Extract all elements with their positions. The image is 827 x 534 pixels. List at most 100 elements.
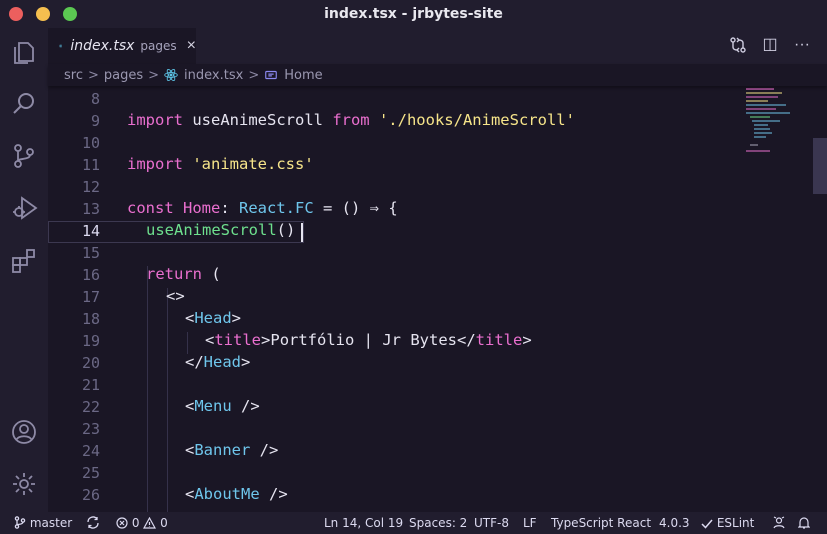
jsx-tag: AboutMe [194, 485, 260, 503]
more-actions-icon[interactable]: ··· [793, 36, 811, 54]
line-number: 25 [81, 464, 100, 482]
breadcrumb-separator: > [87, 67, 99, 83]
jsx-tag: title [214, 331, 262, 349]
punctuation: > [261, 331, 271, 349]
punctuation: </ [457, 331, 476, 349]
tab-bar: index.tsx pages × ◫ ··· [48, 28, 827, 64]
code-line-11: import 'animate.css' [127, 155, 314, 173]
punctuation: > [241, 353, 251, 371]
keyword: return [146, 265, 202, 283]
jsx-tag: Head [203, 353, 241, 371]
jsx-fragment: <> [166, 287, 185, 305]
error-count: 0 [131, 516, 140, 530]
breadcrumb-symbol[interactable]: Home [284, 68, 322, 83]
language-mode[interactable]: TypeScript React [551, 516, 651, 530]
open-changes-icon[interactable] [729, 36, 747, 54]
line-number: 21 [81, 376, 100, 394]
settings-gear-icon[interactable] [10, 470, 38, 498]
window-title: index.tsx - jrbytes-site [324, 6, 503, 22]
indent-guide [167, 288, 168, 512]
run-debug-icon[interactable] [10, 194, 38, 222]
sync-icon[interactable] [86, 516, 100, 530]
tab-filename: index.tsx [70, 38, 135, 54]
encoding-status[interactable]: UTF-8 [474, 516, 509, 530]
keyword: const [127, 199, 174, 217]
keyword: import [127, 111, 183, 129]
indent-guide [147, 266, 148, 512]
git-branch-icon [14, 516, 26, 529]
punctuation: > [231, 309, 242, 327]
eol-status[interactable]: LF [523, 516, 537, 530]
line-number: 16 [81, 266, 100, 284]
line-number: 11 [81, 156, 100, 174]
react-icon [164, 68, 178, 82]
split-editor-icon[interactable]: ◫ [761, 36, 779, 54]
code-line-16: return ( [146, 265, 221, 283]
tab-close-icon[interactable]: × [187, 37, 196, 55]
breadcrumb: src > pages > index.tsx > Home [48, 64, 827, 86]
scrollbar-thumb[interactable] [813, 138, 827, 194]
account-icon[interactable] [10, 418, 38, 446]
punctuation: < [185, 441, 195, 459]
string: 'animate.css' [183, 155, 314, 173]
code-line-13: const Home: React.FC = () ⇒ { [127, 199, 398, 217]
notifications-bell-icon[interactable] [798, 516, 810, 530]
warning-icon [143, 517, 157, 529]
typescript-version[interactable]: 4.0.3 [659, 516, 690, 530]
arrow-function: = () ⇒ { [313, 199, 398, 217]
line-number: 23 [81, 420, 100, 438]
indentation-status[interactable]: Spaces: 2 [409, 516, 467, 530]
punctuation: /> [231, 397, 260, 415]
editor-actions: ◫ ··· [729, 36, 811, 54]
minimap[interactable] [744, 86, 814, 166]
activity-bar [0, 28, 48, 512]
function-call: useAnimeScroll [146, 221, 277, 239]
react-icon [59, 44, 63, 48]
error-icon [116, 517, 128, 529]
breadcrumb-src[interactable]: src [64, 68, 83, 83]
symbol-variable-icon [265, 70, 278, 80]
code-line-14: useAnimeScroll() [146, 221, 295, 239]
line-number: 26 [81, 486, 100, 504]
warning-count: 0 [160, 516, 168, 530]
punctuation: : [220, 199, 240, 217]
line-number: 22 [81, 398, 100, 416]
punctuation: /> [250, 441, 279, 459]
breadcrumb-pages[interactable]: pages [104, 68, 143, 83]
line-number: 20 [81, 354, 100, 372]
tab-index-tsx[interactable]: index.tsx pages × [48, 28, 196, 64]
line-number: 9 [90, 112, 100, 130]
breadcrumb-file[interactable]: index.tsx [184, 68, 243, 83]
identifier: useAnimeScroll [183, 111, 333, 129]
explorer-icon[interactable] [10, 38, 38, 66]
jsx-tag: Banner [194, 441, 251, 459]
punctuation: > [522, 331, 532, 349]
line-number: 17 [81, 288, 100, 306]
extensions-icon[interactable] [10, 246, 38, 274]
code-line-17: <> [166, 287, 185, 305]
punctuation: < [185, 485, 195, 503]
line-number: 8 [90, 90, 100, 108]
punctuation: < [185, 309, 195, 327]
branch-status[interactable]: master [14, 516, 72, 530]
source-control-icon[interactable] [10, 142, 38, 170]
code-line-9: import useAnimeScroll from './hooks/Anim… [127, 111, 575, 129]
punctuation: () [276, 221, 296, 239]
code-editor[interactable]: 8 9 10 11 12 13 14 15 16 17 18 19 20 21 … [48, 86, 827, 512]
feedback-icon[interactable] [772, 516, 786, 530]
punctuation: /> [259, 485, 288, 503]
line-number: 24 [81, 442, 100, 460]
line-number: 12 [81, 178, 100, 196]
vertical-scrollbar[interactable] [813, 86, 827, 512]
indent-guide [187, 332, 188, 354]
breadcrumb-separator: > [148, 67, 160, 83]
punctuation: < [185, 397, 195, 415]
line-number: 15 [81, 244, 100, 262]
line-number: 13 [81, 200, 100, 218]
code-line-24: <Banner /> [185, 441, 278, 459]
cursor-position[interactable]: Ln 14, Col 19 [324, 516, 403, 530]
search-icon[interactable] [10, 90, 38, 118]
eslint-status[interactable]: ESLint [701, 516, 754, 530]
problems-status[interactable]: 0 0 [116, 516, 168, 530]
tab-directory: pages [140, 39, 177, 53]
